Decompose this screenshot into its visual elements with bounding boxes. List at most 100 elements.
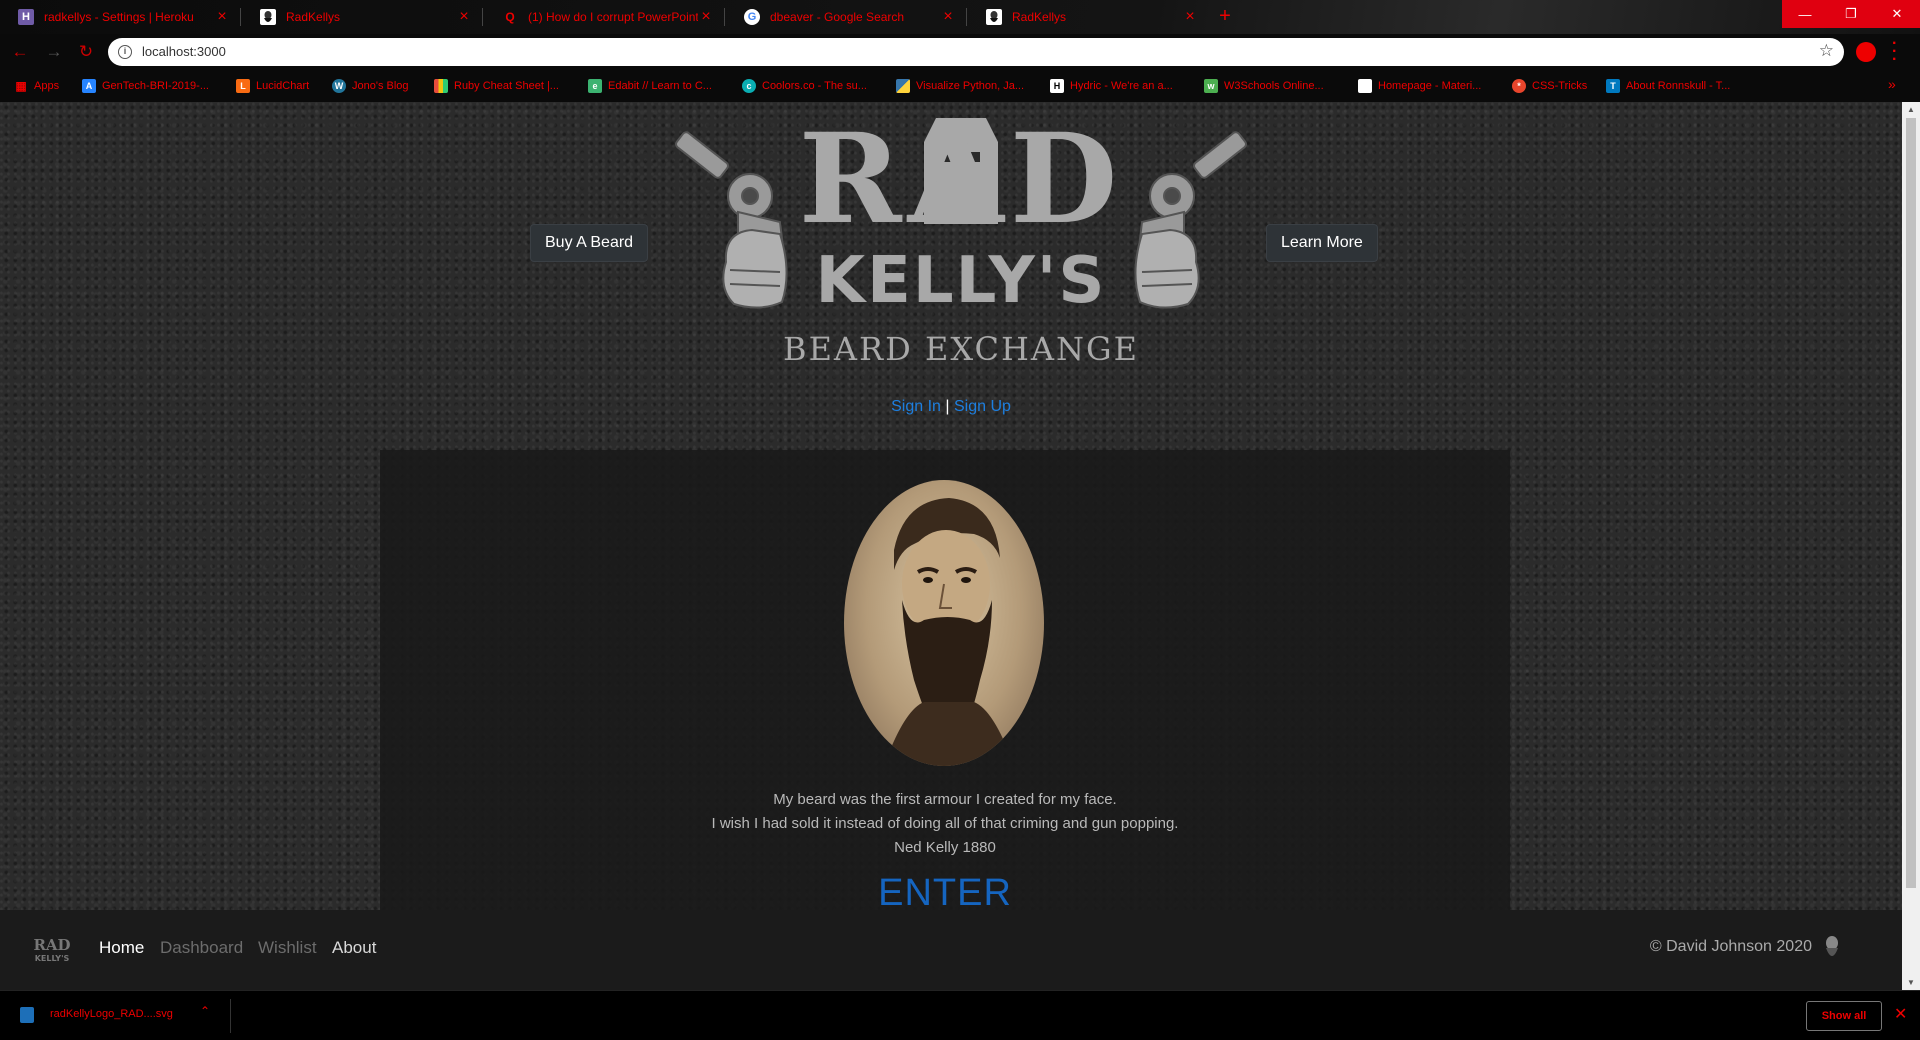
tab-divider	[240, 8, 241, 26]
lucidchart-icon: L	[236, 79, 250, 93]
bookmark-lucidchart[interactable]: L LucidChart	[236, 78, 309, 94]
close-icon[interactable]: ×	[214, 9, 230, 25]
footer-nav-dashboard[interactable]: Dashboard	[160, 938, 243, 958]
logo-kellys: KELLY'S	[816, 244, 1107, 318]
bookmark-coolors[interactable]: c Coolors.co - The su...	[742, 78, 867, 94]
buy-a-beard-button[interactable]: Buy A Beard	[530, 224, 649, 262]
bookmark-edabit[interactable]: e Edabit // Learn to C...	[588, 78, 712, 94]
bookmark-hydric[interactable]: H Hydric - We're an a...	[1050, 78, 1173, 94]
bookmark-label: W3Schools Online...	[1224, 80, 1324, 92]
close-icon[interactable]: ×	[1182, 9, 1198, 25]
file-icon	[20, 1007, 34, 1023]
scrollbar-thumb[interactable]	[1906, 118, 1916, 888]
bookmark-label: Edabit // Learn to C...	[608, 80, 712, 92]
auth-links: Sign In | Sign Up	[0, 398, 1902, 416]
bookmark-label: Ruby Cheat Sheet |...	[454, 80, 559, 92]
radkellys-icon	[986, 9, 1002, 25]
atlassian-icon: A	[82, 79, 96, 93]
coolors-icon: c	[742, 79, 756, 93]
revolver-icon	[1134, 131, 1247, 309]
edabit-icon: e	[588, 79, 602, 93]
info-icon[interactable]: i	[118, 45, 132, 59]
wordpress-icon: W	[332, 79, 346, 93]
bookmark-label: Visualize Python, Ja...	[916, 80, 1025, 92]
footer-nav-home[interactable]: Home	[99, 938, 144, 958]
bookmark-label: Apps	[34, 80, 60, 92]
close-icon[interactable]: ×	[940, 9, 956, 25]
learn-more-button[interactable]: Learn More	[1266, 224, 1378, 262]
chevron-right-icon[interactable]: »	[1888, 76, 1896, 92]
sign-in-link[interactable]: Sign In	[891, 398, 941, 415]
close-icon[interactable]: ×	[456, 9, 472, 25]
back-icon[interactable]: ←	[10, 42, 30, 62]
auth-separator: |	[945, 398, 950, 415]
hero-card: My beard was the first armour I created …	[380, 450, 1510, 990]
material-icon	[1358, 79, 1372, 93]
profile-icon[interactable]	[1856, 42, 1876, 62]
tab-strip: H radkellys - Settings | Heroku × RadKel…	[0, 0, 1920, 34]
browser-toolbar: ← → ↻ i localhost:3000 ☆ · · ·	[0, 34, 1920, 70]
bookmark-css-tricks[interactable]: * CSS-Tricks	[1512, 78, 1587, 94]
bookmark-apps[interactable]: ▦ Apps	[14, 78, 59, 94]
tab-title: (1) How do I corrupt PowerPoint	[528, 10, 698, 24]
close-icon[interactable]: ✕	[1894, 1004, 1907, 1024]
new-tab-button[interactable]: +	[1212, 5, 1238, 29]
copyright-text: © David Johnson 2020	[1649, 938, 1812, 955]
tab-radkellys-1[interactable]: RadKellys ×	[242, 0, 482, 34]
bookmark-visualize-python[interactable]: Visualize Python, Ja...	[896, 78, 1024, 94]
forward-icon[interactable]: →	[44, 42, 64, 62]
python-icon	[896, 79, 910, 93]
shelf-divider	[230, 999, 231, 1033]
bookmark-icon	[434, 79, 448, 93]
bookmark-label: CSS-Tricks	[1532, 80, 1588, 92]
bookmark-gentech[interactable]: A GenTech-BRI-2019-...	[82, 78, 209, 94]
tab-radkellys-2[interactable]: RadKellys ×	[968, 0, 1208, 34]
tab-quora[interactable]: Q (1) How do I corrupt PowerPoint ×	[484, 0, 724, 34]
tab-google[interactable]: G dbeaver - Google Search ×	[726, 0, 966, 34]
bookmark-star-icon[interactable]: ☆	[1819, 41, 1834, 61]
ned-kelly-portrait	[844, 480, 1044, 766]
bookmark-label: About Ronnskull - T...	[1626, 80, 1731, 92]
menu-icon[interactable]: · · ·	[1892, 36, 1897, 68]
vertical-scrollbar[interactable]: ▲ ▼	[1902, 102, 1920, 990]
sign-up-link[interactable]: Sign Up	[954, 398, 1011, 415]
show-all-button[interactable]: Show all	[1806, 1001, 1882, 1031]
bookmark-label: Hydric - We're an a...	[1070, 80, 1173, 92]
trello-icon: T	[1606, 79, 1620, 93]
quote-line: My beard was the first armour I created …	[773, 791, 1117, 808]
footer-logo[interactable]: RAD KELLY'S	[16, 934, 88, 964]
restore-button[interactable]: ❐	[1828, 0, 1874, 28]
logo-rad: RAD	[799, 112, 1124, 252]
apps-icon: ▦	[15, 79, 27, 93]
radkellys-icon	[260, 9, 276, 25]
bookmark-w3schools[interactable]: w W3Schools Online...	[1204, 78, 1324, 94]
hydric-icon: H	[1050, 79, 1064, 93]
scroll-down-icon[interactable]: ▼	[1907, 978, 1915, 987]
footer-nav-about[interactable]: About	[332, 938, 376, 958]
logo-beard-exchange: BEARD EXCHANGE	[783, 330, 1139, 368]
quote-attribution: Ned Kelly 1880	[894, 839, 996, 856]
enter-link[interactable]: ENTER	[380, 872, 1510, 915]
footer-nav-wishlist[interactable]: Wishlist	[258, 938, 317, 958]
download-filename[interactable]: radKellyLogo_RAD....svg	[50, 1008, 173, 1020]
bookmark-label: Jono's Blog	[352, 80, 409, 92]
bookmark-jonos-blog[interactable]: W Jono's Blog	[332, 78, 409, 94]
address-bar[interactable]: i localhost:3000 ☆	[108, 38, 1844, 66]
tab-title: radkellys - Settings | Heroku	[44, 10, 194, 24]
close-icon[interactable]: ×	[698, 9, 714, 25]
tab-heroku[interactable]: H radkellys - Settings | Heroku ×	[0, 0, 240, 34]
minimize-button[interactable]: —	[1782, 0, 1828, 28]
tab-divider	[966, 8, 967, 26]
rad-kellys-logo[interactable]: RAD KELLY'S BEARD EXCHANGE	[668, 107, 1254, 382]
bookmark-label: Homepage - Materi...	[1378, 80, 1482, 92]
bookmark-homepage-material[interactable]: Homepage - Materi...	[1358, 78, 1481, 94]
scroll-up-icon[interactable]: ▲	[1907, 105, 1915, 114]
chevron-up-icon[interactable]: ⌃	[200, 1004, 210, 1018]
bookmark-label: LucidChart	[256, 80, 310, 92]
reload-icon[interactable]: ↻	[76, 42, 96, 62]
ned-kelly-quote: My beard was the first armour I created …	[380, 788, 1510, 860]
close-window-button[interactable]: ✕	[1874, 0, 1920, 28]
bookmark-ruby-cheat-sheet[interactable]: Ruby Cheat Sheet |...	[434, 78, 559, 94]
tab-title: dbeaver - Google Search	[770, 10, 905, 24]
bookmark-about-ronnskull[interactable]: T About Ronnskull - T...	[1606, 78, 1730, 94]
